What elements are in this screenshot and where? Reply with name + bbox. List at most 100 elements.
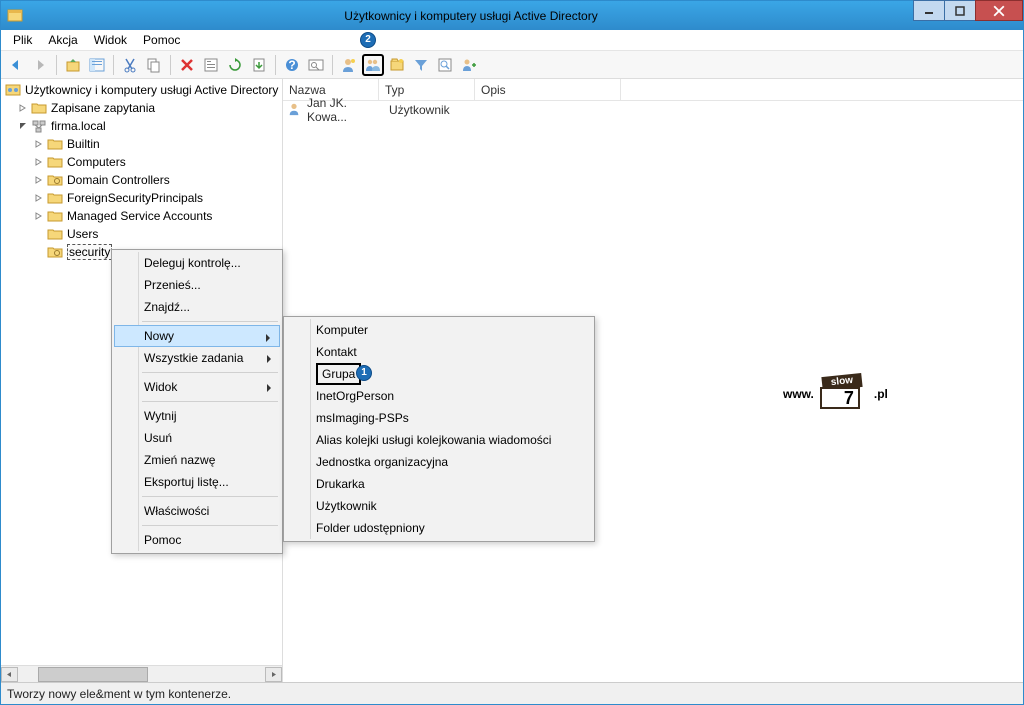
refresh-button[interactable] xyxy=(224,54,246,76)
ctx-sub-group[interactable]: Grupa 1 xyxy=(286,363,592,385)
show-hide-tree-button[interactable] xyxy=(86,54,108,76)
folder-icon xyxy=(47,190,63,206)
app-icon xyxy=(7,8,23,24)
menubar: Plik Akcja Widok Pomoc 2 xyxy=(1,30,1023,51)
menu-action[interactable]: Akcja xyxy=(40,31,85,49)
titlebar: Użytkownicy i komputery usługi Active Di… xyxy=(1,1,1023,30)
ctx-item-delegate[interactable]: Deleguj kontrolę... xyxy=(114,252,280,274)
tree-label: ForeignSecurityPrincipals xyxy=(67,191,203,205)
ctx-item-move[interactable]: Przenieś... xyxy=(114,274,280,296)
watermark-logo: slow 7 xyxy=(818,379,870,409)
submenu-arrow-icon xyxy=(265,332,271,346)
tree-computers[interactable]: Computers xyxy=(1,153,282,171)
ctx-item-rename[interactable]: Zmień nazwę xyxy=(114,449,280,471)
column-header-type[interactable]: Typ xyxy=(379,79,475,100)
export-button[interactable] xyxy=(248,54,270,76)
window-title: Użytkownicy i komputery usługi Active Di… xyxy=(29,9,913,23)
expander-collapsed-icon[interactable] xyxy=(33,210,45,222)
new-ou-button[interactable] xyxy=(386,54,408,76)
new-group-button[interactable] xyxy=(362,54,384,76)
tree-builtin[interactable]: Builtin xyxy=(1,135,282,153)
expander-collapsed-icon[interactable] xyxy=(33,192,45,204)
maximize-button[interactable] xyxy=(944,0,976,21)
tree-root[interactable]: Użytkownicy i komputery usługi Active Di… xyxy=(1,81,282,99)
domain-icon xyxy=(31,118,47,134)
tree-label-selected: security xyxy=(67,244,112,260)
tree-label: Builtin xyxy=(67,137,100,151)
ctx-item-delete[interactable]: Usuń xyxy=(114,427,280,449)
add-to-group-button[interactable] xyxy=(458,54,480,76)
scroll-track[interactable] xyxy=(18,667,265,682)
submenu-arrow-icon xyxy=(266,353,272,367)
find-button[interactable] xyxy=(305,54,327,76)
column-header-desc[interactable]: Opis xyxy=(475,79,621,100)
ctx-item-export[interactable]: Eksportuj listę... xyxy=(114,471,280,493)
cell-type: Użytkownik xyxy=(383,100,479,120)
help-button[interactable]: ? xyxy=(281,54,303,76)
ctx-sub-msmq-alias[interactable]: Alias kolejki usługi kolejkowania wiadom… xyxy=(286,429,592,451)
expander-expanded-icon[interactable] xyxy=(17,120,29,132)
menu-file[interactable]: Plik xyxy=(5,31,40,49)
watermark-suffix: .pl xyxy=(874,387,888,401)
search-button[interactable] xyxy=(434,54,456,76)
expander-collapsed-icon[interactable] xyxy=(33,156,45,168)
ctx-sub-printer[interactable]: Drukarka xyxy=(286,473,592,495)
tree-users[interactable]: Users xyxy=(1,225,282,243)
ctx-sub-contact[interactable]: Kontakt xyxy=(286,341,592,363)
list-row[interactable]: Jan JK. Kowa... Użytkownik xyxy=(283,101,1023,119)
copy-button[interactable] xyxy=(143,54,165,76)
expander-collapsed-icon[interactable] xyxy=(33,174,45,186)
status-text: Tworzy nowy ele&ment w tym kontenerze. xyxy=(7,687,231,701)
expander-collapsed-icon[interactable] xyxy=(17,102,29,114)
window-controls xyxy=(913,1,1023,30)
ctx-item-all-tasks[interactable]: Wszystkie zadania xyxy=(114,347,280,369)
tree-domain-controllers[interactable]: Domain Controllers xyxy=(1,171,282,189)
scroll-left-button[interactable] xyxy=(1,667,18,682)
ctx-sub-user[interactable]: Użytkownik xyxy=(286,495,592,517)
ctx-item-find[interactable]: Znajdź... xyxy=(114,296,280,318)
cut-button[interactable] xyxy=(119,54,141,76)
ctx-item-properties[interactable]: Właściwości xyxy=(114,500,280,522)
ctx-item-cut[interactable]: Wytnij xyxy=(114,405,280,427)
tree-msa[interactable]: Managed Service Accounts xyxy=(1,207,282,225)
tree-label: Zapisane zapytania xyxy=(51,101,155,115)
ctx-item-new[interactable]: Nowy xyxy=(114,325,280,347)
context-menu-main: Deleguj kontrolę... Przenieś... Znajdź..… xyxy=(111,249,283,554)
expander-collapsed-icon[interactable] xyxy=(33,138,45,150)
menu-view[interactable]: Widok xyxy=(86,31,135,49)
tree-label: Użytkownicy i komputery usługi Active Di… xyxy=(25,83,278,97)
tree-label: Users xyxy=(67,227,98,241)
menu-help[interactable]: Pomoc xyxy=(135,31,188,49)
scroll-right-button[interactable] xyxy=(265,667,282,682)
ctx-sub-inetorgperson[interactable]: InetOrgPerson xyxy=(286,385,592,407)
aduc-window: Użytkownicy i komputery usługi Active Di… xyxy=(0,0,1024,705)
horizontal-scrollbar[interactable] xyxy=(1,665,282,682)
folder-icon xyxy=(47,154,63,170)
cell-desc xyxy=(479,107,625,113)
ctx-sub-ou[interactable]: Jednostka organizacyjna xyxy=(286,451,592,473)
tree-domain[interactable]: firma.local xyxy=(1,117,282,135)
forward-button[interactable] xyxy=(29,54,51,76)
ctx-sub-computer[interactable]: Komputer xyxy=(286,319,592,341)
new-user-button[interactable] xyxy=(338,54,360,76)
ctx-sub-shared-folder[interactable]: Folder udostępniony xyxy=(286,517,592,539)
delete-button[interactable] xyxy=(176,54,198,76)
ctx-sub-msimaging[interactable]: msImaging-PSPs xyxy=(286,407,592,429)
ctx-item-help[interactable]: Pomoc xyxy=(114,529,280,551)
statusbar: Tworzy nowy ele&ment w tym kontenerze. xyxy=(1,682,1023,704)
folder-icon xyxy=(47,208,63,224)
svg-text:?: ? xyxy=(288,58,295,72)
expander-placeholder xyxy=(33,228,45,240)
ctx-item-view[interactable]: Widok xyxy=(114,376,280,398)
tree-fsp[interactable]: ForeignSecurityPrincipals xyxy=(1,189,282,207)
tree-saved-queries[interactable]: Zapisane zapytania xyxy=(1,99,282,117)
tree-label: Computers xyxy=(67,155,126,169)
up-button[interactable] xyxy=(62,54,84,76)
minimize-button[interactable] xyxy=(913,0,945,21)
filter-button[interactable] xyxy=(410,54,432,76)
back-button[interactable] xyxy=(5,54,27,76)
close-button[interactable] xyxy=(975,0,1023,21)
scroll-thumb[interactable] xyxy=(38,667,148,682)
tree-label: firma.local xyxy=(51,119,106,133)
properties-button[interactable] xyxy=(200,54,222,76)
